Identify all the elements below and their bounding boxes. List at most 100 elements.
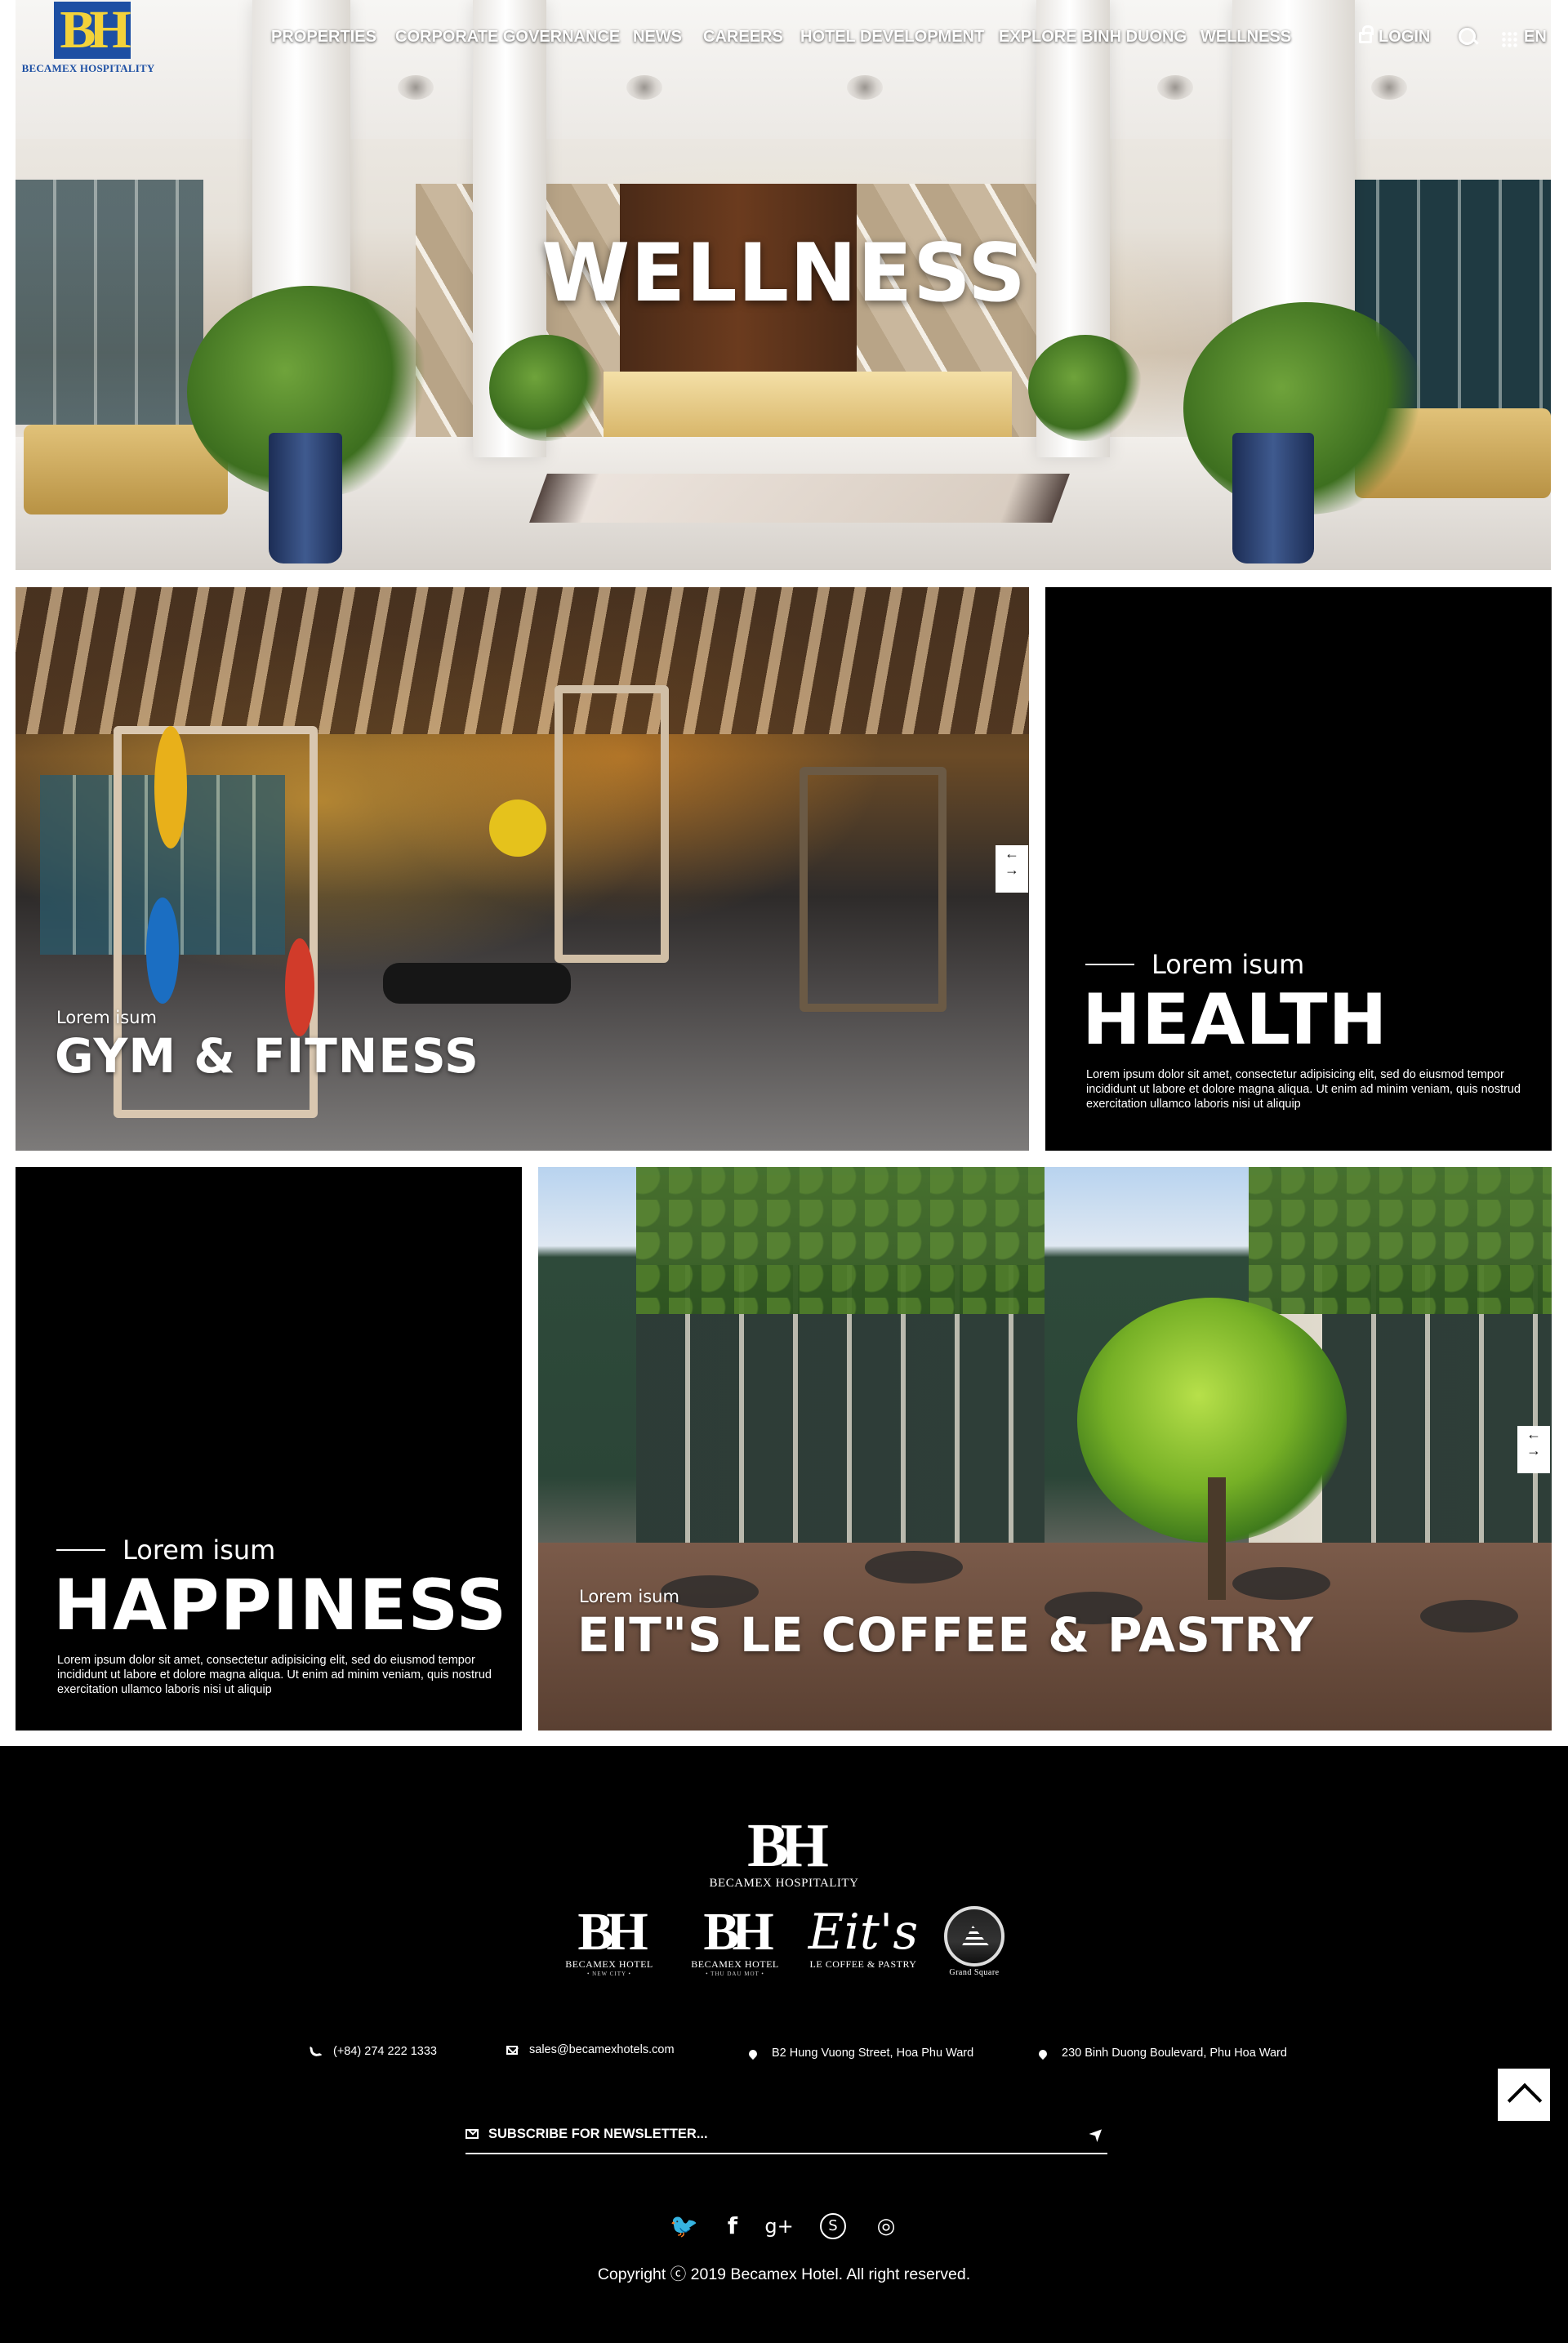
mail-icon — [506, 2046, 518, 2055]
weight-plate — [146, 898, 179, 1004]
email-text: sales@becamexhotels.com — [529, 2043, 675, 2056]
brand-mark: BH — [703, 1902, 773, 1962]
brand-grand-square[interactable]: Grand Square — [938, 1906, 1011, 1977]
weight-plate — [489, 800, 546, 857]
google-plus-icon[interactable]: g+ — [763, 2213, 795, 2239]
gym-fitness-tile[interactable]: Lorem isum GYM & FITNESS ← → — [16, 587, 1029, 1151]
coffee-vines — [1249, 1167, 1552, 1314]
grand-square-logo — [944, 1906, 1004, 1967]
nav-item-explore-binh-duong[interactable]: EXPLORE BINH DUONG — [999, 28, 1187, 47]
skype-icon[interactable]: S — [820, 2213, 846, 2239]
brand-tag: • THU DAU MOT • — [706, 1971, 764, 1977]
gym-title: GYM & FITNESS — [55, 1028, 479, 1084]
hero-plant — [489, 335, 604, 441]
ceiling-light — [398, 75, 434, 100]
footer-logo-text: BECAMEX HOSPITALITY — [709, 1877, 859, 1890]
coffee-table — [1232, 1567, 1330, 1600]
twitter-icon[interactable]: 🐦 — [670, 2213, 698, 2239]
login-button[interactable]: LOGIN — [1359, 25, 1431, 47]
brand-becamex-new-city[interactable]: BH BECAMEX HOTEL • NEW CITY • — [560, 1902, 658, 1978]
grid-menu-icon[interactable] — [1501, 31, 1517, 47]
gym-ceiling-slats — [16, 587, 1029, 734]
nav-item-properties[interactable]: PROPERTIES — [271, 28, 376, 47]
copyright-text: Copyright ⓒ 2019 Becamex Hotel. All righ… — [597, 2265, 971, 2283]
site-footer: BH BECAMEX HOSPITALITY BH BECAMEX HOTEL … — [0, 1746, 1568, 2343]
coffee-table — [1420, 1600, 1518, 1633]
brand-name: Grand Square — [949, 1968, 1000, 1977]
happiness-kicker: Lorem isum — [122, 1535, 276, 1566]
facebook-icon[interactable]: f — [719, 2213, 746, 2239]
contact-address-1: B2 Hung Vuong Street, Hoa Phu Ward — [746, 2047, 974, 2060]
footer-logo[interactable]: BH BECAMEX HOSPITALITY — [694, 1815, 874, 1890]
coffee-table — [865, 1551, 963, 1584]
envelope-icon — [466, 2129, 479, 2139]
login-label: LOGIN — [1379, 28, 1431, 46]
ceiling-light — [626, 75, 662, 100]
ceiling-light — [1371, 75, 1407, 100]
hero-rug — [529, 474, 1070, 523]
contact-address-2: 230 Binh Duong Boulevard, Phu Hoa Ward — [1036, 2047, 1287, 2060]
hero-sofa — [24, 425, 228, 514]
gym-machine — [800, 767, 947, 1012]
nav-item-hotel-development[interactable]: HOTEL DEVELOPMENT — [800, 28, 984, 47]
location-pin-icon — [746, 2047, 760, 2060]
nav-item-careers[interactable]: CAREERS — [703, 28, 783, 47]
brand-name: BECAMEX HOTEL — [691, 1958, 779, 1970]
nav-item-corporate-governance[interactable]: CORPORATE GOVERNANCE — [395, 28, 620, 47]
health-description: Lorem ipsum dolor sit amet, consectetur … — [1086, 1068, 1521, 1111]
nav-item-wellness[interactable]: WELLNESS — [1200, 28, 1291, 47]
coffee-slider-arrows: ← → — [1517, 1426, 1550, 1473]
main-nav: PROPERTIES CORPORATE GOVERNANCE NEWS CAR… — [0, 28, 1568, 52]
arrow-right-icon[interactable]: → — [996, 862, 1028, 878]
happiness-divider — [56, 1549, 105, 1551]
coffee-kicker: Lorem isum — [579, 1587, 679, 1606]
brand-tag: • NEW CITY • — [586, 1971, 632, 1977]
lock-icon — [1359, 25, 1374, 43]
hero-reception-desk — [604, 372, 1012, 437]
newsletter-input[interactable]: SUBSCRIBE FOR NEWSLETTER... ➤ — [466, 2121, 1109, 2154]
brand-eits-coffee[interactable]: Eit's LE COFFEE & PASTRY — [805, 1906, 921, 1971]
hero-plant — [1028, 335, 1143, 441]
gym-slider-arrows: ← → — [996, 845, 1028, 893]
happiness-tile[interactable]: Lorem isum HAPPINESS Lorem ipsum dolor s… — [16, 1167, 522, 1731]
coffee-vines — [636, 1167, 1045, 1314]
nav-item-news[interactable]: NEWS — [633, 28, 682, 47]
brand-becamex-thu-dau-mot[interactable]: BH BECAMEX HOTEL • THU DAU MOT • — [686, 1902, 784, 1978]
brand-name: BECAMEX HOTEL — [565, 1958, 653, 1970]
address-text: B2 Hung Vuong Street, Hoa Phu Ward — [772, 2047, 974, 2060]
hero-title: WELLNESS — [541, 227, 1027, 320]
health-title: HEALTH — [1082, 979, 1388, 1061]
health-kicker: Lorem isum — [1152, 949, 1305, 980]
hero-planter — [269, 433, 342, 563]
address-text: 230 Binh Duong Boulevard, Phu Hoa Ward — [1062, 2047, 1287, 2060]
gym-kicker: Lorem isum — [56, 1008, 157, 1027]
back-to-top-button[interactable] — [1498, 2069, 1550, 2121]
logo-text: BECAMEX HOSPITALITY — [21, 62, 155, 74]
weight-plate — [285, 938, 314, 1036]
coffee-pastry-tile[interactable]: Lorem isum EIT"S LE COFFEE & PASTRY ← → — [538, 1167, 1552, 1731]
weight-plate — [154, 726, 187, 849]
contact-email[interactable]: sales@becamexhotels.com — [506, 2043, 675, 2056]
ceiling-light — [847, 75, 883, 100]
ceiling-light — [1157, 75, 1193, 100]
location-pin-icon — [1036, 2047, 1049, 2060]
language-switcher[interactable]: EN — [1524, 28, 1547, 47]
arrow-left-icon[interactable]: ← — [1517, 1426, 1550, 1442]
arrow-right-icon[interactable]: → — [1517, 1442, 1550, 1459]
health-tile[interactable]: Lorem isum HEALTH Lorem ipsum dolor sit … — [1045, 587, 1552, 1151]
happiness-title: HAPPINESS — [53, 1565, 508, 1646]
phone-icon — [309, 2043, 323, 2058]
instagram-icon[interactable]: ◎ — [872, 2213, 900, 2239]
newsletter-placeholder: SUBSCRIBE FOR NEWSLETTER... — [488, 2127, 708, 2141]
coffee-tree-trunk — [1208, 1477, 1226, 1600]
coffee-title: EIT"S LE COFFEE & PASTRY — [577, 1607, 1314, 1663]
gym-bench — [383, 963, 571, 1004]
hero-planter — [1232, 433, 1314, 563]
search-icon[interactable] — [1459, 28, 1478, 47]
arrow-left-icon[interactable]: ← — [996, 845, 1028, 862]
brand-mark: BH — [577, 1902, 648, 1962]
phone-text: (+84) 274 222 1333 — [333, 2045, 437, 2058]
contact-phone[interactable]: (+84) 274 222 1333 — [309, 2043, 437, 2058]
health-divider — [1085, 964, 1134, 965]
send-icon[interactable]: ➤ — [1084, 2121, 1109, 2146]
